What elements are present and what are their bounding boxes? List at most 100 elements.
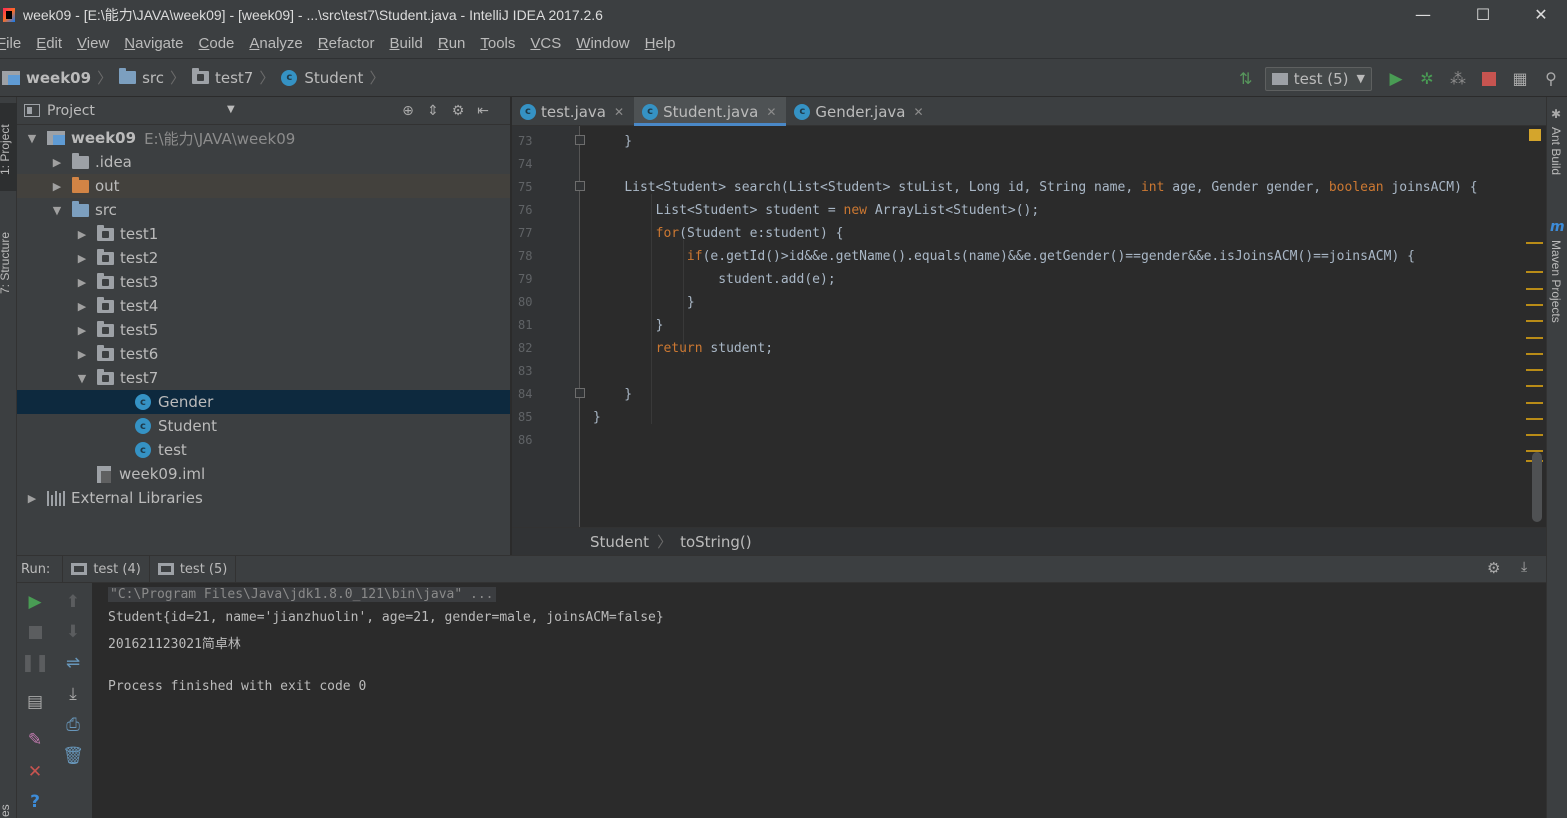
tree-item-test7[interactable]: ▼ test7 bbox=[17, 366, 510, 390]
breadcrumb-item-src[interactable]: src 〉 bbox=[119, 67, 192, 88]
minimize-button[interactable]: — bbox=[1394, 0, 1452, 29]
chevron-down-icon[interactable]: ▼ bbox=[227, 104, 235, 115]
run-tab-test-4[interactable]: test (4) bbox=[62, 555, 149, 583]
expand-right-icon[interactable]: ▶ bbox=[75, 300, 89, 313]
menu-item-help[interactable]: Help bbox=[645, 35, 676, 52]
pin-tab-icon[interactable]: ✎ bbox=[24, 729, 46, 751]
expand-down-icon[interactable]: ▼ bbox=[75, 372, 89, 385]
warning-mark[interactable] bbox=[1526, 271, 1543, 273]
close-tab-icon[interactable]: ✕ bbox=[614, 105, 624, 119]
ant-build-tool-tab[interactable]: Ant Build bbox=[1549, 127, 1563, 175]
coverage-icon[interactable]: ⁂ bbox=[1446, 67, 1470, 91]
menu-item-window[interactable]: Window bbox=[576, 35, 629, 52]
maven-projects-tool-tab[interactable]: Maven Projects bbox=[1549, 240, 1563, 323]
warning-mark[interactable] bbox=[1526, 288, 1543, 290]
run-icon[interactable]: ▶ bbox=[1384, 67, 1408, 91]
scroll-to-end-icon[interactable]: ⤓ bbox=[62, 683, 84, 705]
tree-item-test3[interactable]: ▶ test3 bbox=[17, 270, 510, 294]
stop-icon[interactable] bbox=[24, 621, 46, 643]
tree-item-test2[interactable]: ▶ test2 bbox=[17, 246, 510, 270]
warning-mark[interactable] bbox=[1526, 337, 1543, 339]
soft-wrap-icon[interactable]: ⇌ bbox=[62, 652, 84, 674]
warning-mark[interactable] bbox=[1526, 242, 1543, 244]
hide-panel-icon[interactable]: ⤓ bbox=[1521, 559, 1527, 575]
warning-mark[interactable] bbox=[1526, 402, 1543, 404]
debug-icon[interactable]: ✲ bbox=[1415, 67, 1439, 91]
tree-item-week09[interactable]: ▼ week09 E:\能力\JAVA\week09 bbox=[17, 126, 510, 150]
breadcrumb-item-week09[interactable]: week09 〉 bbox=[2, 67, 119, 88]
down-arrow-icon[interactable]: ⬇ bbox=[62, 621, 84, 643]
breadcrumb-method[interactable]: toString() bbox=[680, 533, 752, 551]
breadcrumb-item-student[interactable]: c Student 〉 bbox=[281, 67, 391, 88]
expand-right-icon[interactable]: ▶ bbox=[75, 324, 89, 337]
warning-mark[interactable] bbox=[1526, 418, 1543, 420]
close-icon[interactable]: ✕ bbox=[24, 761, 46, 783]
pause-icon[interactable]: ❚❚ bbox=[21, 652, 50, 674]
project-structure-icon[interactable]: ▦ bbox=[1508, 67, 1532, 91]
expand-right-icon[interactable]: ▶ bbox=[75, 276, 89, 289]
code-area[interactable]: } List<Student> search(List<Student> stu… bbox=[581, 126, 1524, 527]
tree-item-test1[interactable]: ▶ test1 bbox=[17, 222, 510, 246]
warning-mark[interactable] bbox=[1526, 385, 1543, 387]
expand-right-icon[interactable]: ▶ bbox=[75, 348, 89, 361]
close-tab-icon[interactable]: ✕ bbox=[914, 105, 924, 119]
collapse-all-icon[interactable]: ⇕ bbox=[422, 101, 444, 121]
menu-item-file[interactable]: File bbox=[0, 35, 21, 52]
warning-mark[interactable] bbox=[1526, 304, 1543, 306]
project-view-selector[interactable]: Project bbox=[24, 103, 95, 119]
tree-item--idea[interactable]: ▶ .idea bbox=[17, 150, 510, 174]
expand-right-icon[interactable]: ▶ bbox=[75, 228, 89, 241]
menu-item-tools[interactable]: Tools bbox=[480, 35, 515, 52]
menu-item-build[interactable]: Build bbox=[389, 35, 422, 52]
expand-down-icon[interactable]: ▼ bbox=[50, 204, 64, 217]
expand-right-icon[interactable]: ▶ bbox=[25, 492, 39, 505]
expand-right-icon[interactable]: ▶ bbox=[75, 252, 89, 265]
dump-threads-icon[interactable]: ▤ bbox=[24, 691, 46, 713]
console-output[interactable]: "C:\Program Files\Java\jdk1.8.0_121\bin\… bbox=[92, 583, 1546, 818]
expand-right-icon[interactable]: ▶ bbox=[50, 180, 64, 193]
menu-item-edit[interactable]: Edit bbox=[36, 35, 62, 52]
tree-item-test4[interactable]: ▶ test4 bbox=[17, 294, 510, 318]
vcs-update-icon[interactable]: ⇅ bbox=[1234, 67, 1258, 91]
tree-item-out[interactable]: ▶ out bbox=[17, 174, 510, 198]
menu-item-vcs[interactable]: VCS bbox=[530, 35, 561, 52]
menu-item-view[interactable]: View bbox=[77, 35, 109, 52]
help-icon[interactable]: ? bbox=[24, 791, 46, 813]
rerun-icon[interactable]: ▶ bbox=[24, 591, 46, 613]
warning-mark[interactable] bbox=[1526, 434, 1543, 436]
tree-item-gender[interactable]: c Gender bbox=[17, 390, 510, 414]
run-tab-test-5[interactable]: test (5) bbox=[148, 555, 237, 583]
tree-item-student[interactable]: c Student bbox=[17, 414, 510, 438]
menu-item-navigate[interactable]: Navigate bbox=[124, 35, 183, 52]
editor-tab-student-java[interactable]: c Student.java ✕ bbox=[634, 97, 787, 126]
favorites-tool-tab[interactable]: es bbox=[0, 804, 12, 817]
menu-item-run[interactable]: Run bbox=[438, 35, 466, 52]
structure-tool-tab[interactable]: 7: Structure bbox=[0, 232, 12, 294]
tree-item-test[interactable]: c test bbox=[17, 438, 510, 462]
breadcrumb-item-test7[interactable]: test7 〉 bbox=[192, 67, 281, 88]
close-window-button[interactable]: ✕ bbox=[1512, 0, 1567, 29]
run-configuration-dropdown[interactable]: test (5) ▼ bbox=[1264, 66, 1372, 91]
tree-item-test5[interactable]: ▶ test5 bbox=[17, 318, 510, 342]
tree-item-src[interactable]: ▼ src bbox=[17, 198, 510, 222]
maximize-button[interactable]: ☐ bbox=[1454, 0, 1512, 29]
project-tool-tab[interactable]: 1: Project bbox=[0, 124, 12, 175]
gear-icon[interactable]: ⚙ bbox=[447, 101, 469, 121]
breadcrumb-class[interactable]: Student bbox=[590, 533, 649, 551]
warning-indicator-icon[interactable] bbox=[1529, 129, 1541, 141]
menu-item-code[interactable]: Code bbox=[199, 35, 235, 52]
clear-all-icon[interactable]: 🗑 bbox=[62, 745, 84, 767]
editor-scrollbar[interactable] bbox=[1532, 452, 1542, 522]
warning-mark[interactable] bbox=[1526, 320, 1543, 322]
menu-item-refactor[interactable]: Refactor bbox=[318, 35, 375, 52]
expand-down-icon[interactable]: ▼ bbox=[25, 132, 39, 145]
print-icon[interactable]: ⎙ bbox=[62, 714, 84, 736]
menu-item-analyze[interactable]: Analyze bbox=[249, 35, 302, 52]
search-everywhere-icon[interactable]: ⚲ bbox=[1539, 67, 1563, 91]
editor-tab-test-java[interactable]: c test.java ✕ bbox=[512, 97, 634, 126]
warning-mark[interactable] bbox=[1526, 353, 1543, 355]
up-arrow-icon[interactable]: ⬆ bbox=[62, 591, 84, 613]
close-tab-icon[interactable]: ✕ bbox=[766, 105, 776, 119]
tree-item-external-libraries[interactable]: ▶ External Libraries bbox=[17, 486, 510, 510]
tree-item-test6[interactable]: ▶ test6 bbox=[17, 342, 510, 366]
